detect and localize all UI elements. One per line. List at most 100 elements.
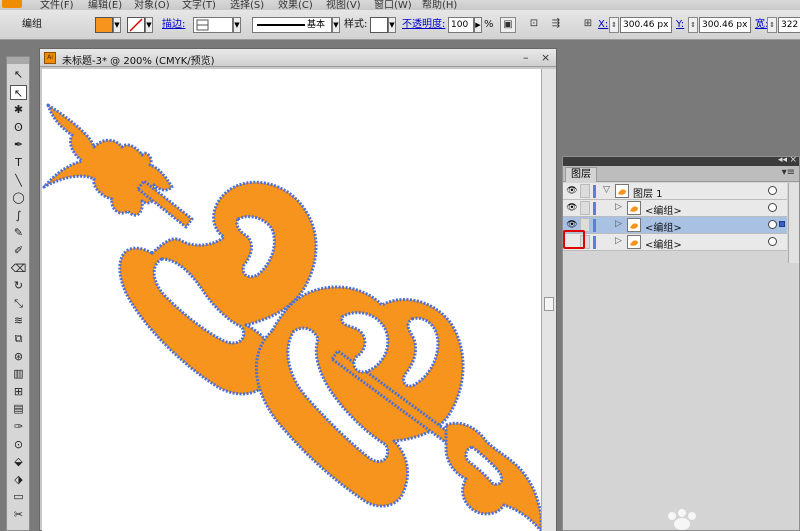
menu-select[interactable]: 选择(S) — [230, 0, 264, 10]
scale-tool-icon[interactable]: ⤡ — [10, 296, 27, 311]
pencil-tool-icon[interactable]: ✎ — [10, 225, 27, 240]
reference-point-icon[interactable]: ⊞ — [580, 17, 596, 33]
target-circle-icon[interactable] — [768, 203, 777, 212]
opacity-label[interactable]: 不透明度: — [402, 17, 445, 33]
graphic-style-swatch[interactable] — [370, 17, 388, 33]
lock-toggle[interactable] — [580, 184, 590, 198]
gradient-tool-icon[interactable]: ▤ — [10, 401, 27, 416]
collapse-triangle-icon[interactable]: ▷ — [615, 236, 622, 246]
artboard-tool-icon[interactable]: ▭ — [10, 489, 27, 504]
stroke-weight-field[interactable] — [193, 17, 233, 33]
graphic-style-dropdown[interactable]: ▼ — [388, 17, 396, 33]
stroke-color-swatch[interactable] — [127, 17, 145, 33]
layer-name: 图层 1 — [633, 189, 663, 200]
layer-thumbnail — [615, 184, 629, 198]
menu-effect[interactable]: 效果(C) — [278, 0, 313, 10]
close-panel-icon[interactable]: × — [789, 155, 797, 165]
symbol-sprayer-tool-icon[interactable]: ⊛ — [10, 349, 27, 364]
collapse-triangle-icon[interactable]: ▷ — [615, 219, 622, 229]
magic-wand-tool-icon[interactable]: ✱ — [10, 102, 27, 117]
close-icon[interactable]: × — [541, 51, 550, 64]
layers-vertical-scrollbar[interactable] — [788, 183, 799, 263]
tab-layers[interactable]: 图层 — [565, 167, 597, 182]
tools-panel-grip[interactable] — [7, 57, 29, 64]
warp-tool-icon[interactable]: ≋ — [10, 313, 27, 328]
slice-tool-icon[interactable]: ✂ — [10, 507, 27, 522]
document-tab[interactable]: Ai 未标题-3* @ 200% (CMYK/预览) – × — [40, 49, 556, 67]
stroke-none-icon — [129, 18, 143, 32]
x-field[interactable]: 300.46 px — [620, 17, 672, 33]
eye-icon[interactable]: 👁 — [566, 185, 578, 197]
stroke-profile-dropdown[interactable]: ▼ — [332, 17, 340, 33]
paintbrush-tool-icon[interactable]: ∫ — [10, 208, 27, 223]
target-circle-icon[interactable] — [768, 237, 777, 246]
stroke-dropdown-arrow[interactable]: ▼ — [145, 17, 153, 33]
fill-dropdown-arrow[interactable]: ▼ — [113, 17, 121, 33]
live-paint-select-tool-icon[interactable]: ⬗ — [10, 472, 27, 487]
menu-edit[interactable]: 编辑(E) — [88, 0, 122, 10]
direct-selection-tool-icon[interactable]: ↖ — [10, 84, 27, 100]
stroke-weight-dropdown[interactable]: ▼ — [233, 17, 241, 33]
expand-triangle-icon[interactable]: ▽ — [603, 185, 610, 195]
tools-panel: ↖ ↖ ✱ ʘ ✒ T ╲ ◯ ∫ ✎ ✐ ⌫ ↻ ⤡ ≋ ⧉ ⊛ ▥ ⊞ ▤ ✑ ⊙ ⬙ ⬗ ▭ ✂ — [6, 56, 30, 531]
blend-tool-icon[interactable]: ⊙ — [10, 437, 27, 452]
minimize-icon[interactable]: – — [523, 51, 529, 64]
ellipse-tool-icon[interactable]: ◯ — [10, 190, 27, 205]
document-scroll-thumb[interactable] — [544, 297, 554, 311]
fill-color-swatch[interactable] — [95, 17, 113, 33]
layer-name: <编组> — [645, 206, 682, 217]
artboard-canvas[interactable] — [42, 69, 541, 531]
align-options-icon[interactable]: ⇶ — [548, 17, 564, 33]
collapse-triangle-icon[interactable]: ▷ — [615, 202, 622, 212]
menu-object[interactable]: 对象(O) — [134, 0, 170, 10]
y-label: Y: — [676, 19, 685, 30]
menu-file[interactable]: 文件(F) — [40, 0, 74, 10]
sublayer-row[interactable]: ▷ <编组> — [563, 234, 787, 251]
target-circle-icon[interactable] — [768, 186, 777, 195]
type-tool-icon[interactable]: T — [10, 155, 27, 170]
panel-menu-icon[interactable]: ▾≡ — [782, 167, 795, 178]
document-vertical-scrollbar[interactable] — [541, 69, 556, 531]
opacity-dropdown[interactable]: ▶ — [474, 17, 482, 33]
sublayer-row[interactable]: 👁 ▷ <编组> — [563, 200, 787, 217]
width-field[interactable]: 322 — [778, 17, 800, 33]
free-transform-tool-icon[interactable]: ⧉ — [10, 331, 27, 346]
opacity-field[interactable]: 100 — [448, 17, 474, 33]
target-circle-icon[interactable] — [768, 220, 777, 229]
lock-toggle[interactable] — [580, 201, 590, 215]
live-paint-tool-icon[interactable]: ⬙ — [10, 454, 27, 469]
x-stepper-icon[interactable]: ⇕ — [609, 17, 619, 33]
layer-color-indicator — [593, 236, 596, 249]
layer-row-top[interactable]: 👁 ▽ 图层 1 — [563, 183, 787, 200]
column-graph-tool-icon[interactable]: ▥ — [10, 366, 27, 381]
sublayer-row[interactable]: 👁 ▷ <编组> — [563, 217, 787, 234]
layers-panel-titlebar[interactable]: ◂◂ × — [563, 155, 799, 166]
menu-type[interactable]: 文字(T) — [182, 0, 216, 10]
eraser-tool-icon[interactable]: ⌫ — [10, 261, 27, 276]
y-field[interactable]: 300.46 px — [699, 17, 751, 33]
eye-icon[interactable]: 👁 — [566, 202, 578, 214]
collapse-panel-icon[interactable]: ◂◂ — [778, 155, 787, 165]
eyedropper-tool-icon[interactable]: ✑ — [10, 419, 27, 434]
width-stepper-icon[interactable]: ⇕ — [767, 17, 777, 33]
isolate-group-icon[interactable]: ⊡ — [526, 17, 542, 33]
line-tool-icon[interactable]: ╲ — [10, 173, 27, 188]
layer-name: <编组> — [645, 223, 682, 234]
control-bar: 编组 ▼ ▼ 描边: ▼ 基本 ▼ 样式: ▼ 不透明度: 100 ▶ % ▣ … — [0, 10, 800, 40]
blob-brush-tool-icon[interactable]: ✐ — [10, 243, 27, 258]
lasso-tool-icon[interactable]: ʘ — [10, 120, 27, 135]
menu-window[interactable]: 窗口(W) — [374, 0, 412, 10]
pen-tool-icon[interactable]: ✒ — [10, 137, 27, 152]
mesh-tool-icon[interactable]: ⊞ — [10, 384, 27, 399]
selection-indicator[interactable] — [779, 221, 785, 227]
menu-view[interactable]: 视图(V) — [326, 0, 361, 10]
y-stepper-icon[interactable]: ⇕ — [688, 17, 698, 33]
layer-thumbnail — [627, 201, 641, 215]
recolor-artwork-icon[interactable]: ▣ — [500, 17, 516, 33]
stroke-profile-field[interactable]: 基本 — [252, 17, 332, 33]
heart-arrow-artwork[interactable] — [42, 69, 541, 531]
selection-tool-icon[interactable]: ↖ — [10, 67, 27, 82]
stroke-weight-label[interactable]: 描边: — [162, 17, 185, 33]
rotate-tool-icon[interactable]: ↻ — [10, 278, 27, 293]
menu-help[interactable]: 帮助(H) — [422, 0, 457, 10]
